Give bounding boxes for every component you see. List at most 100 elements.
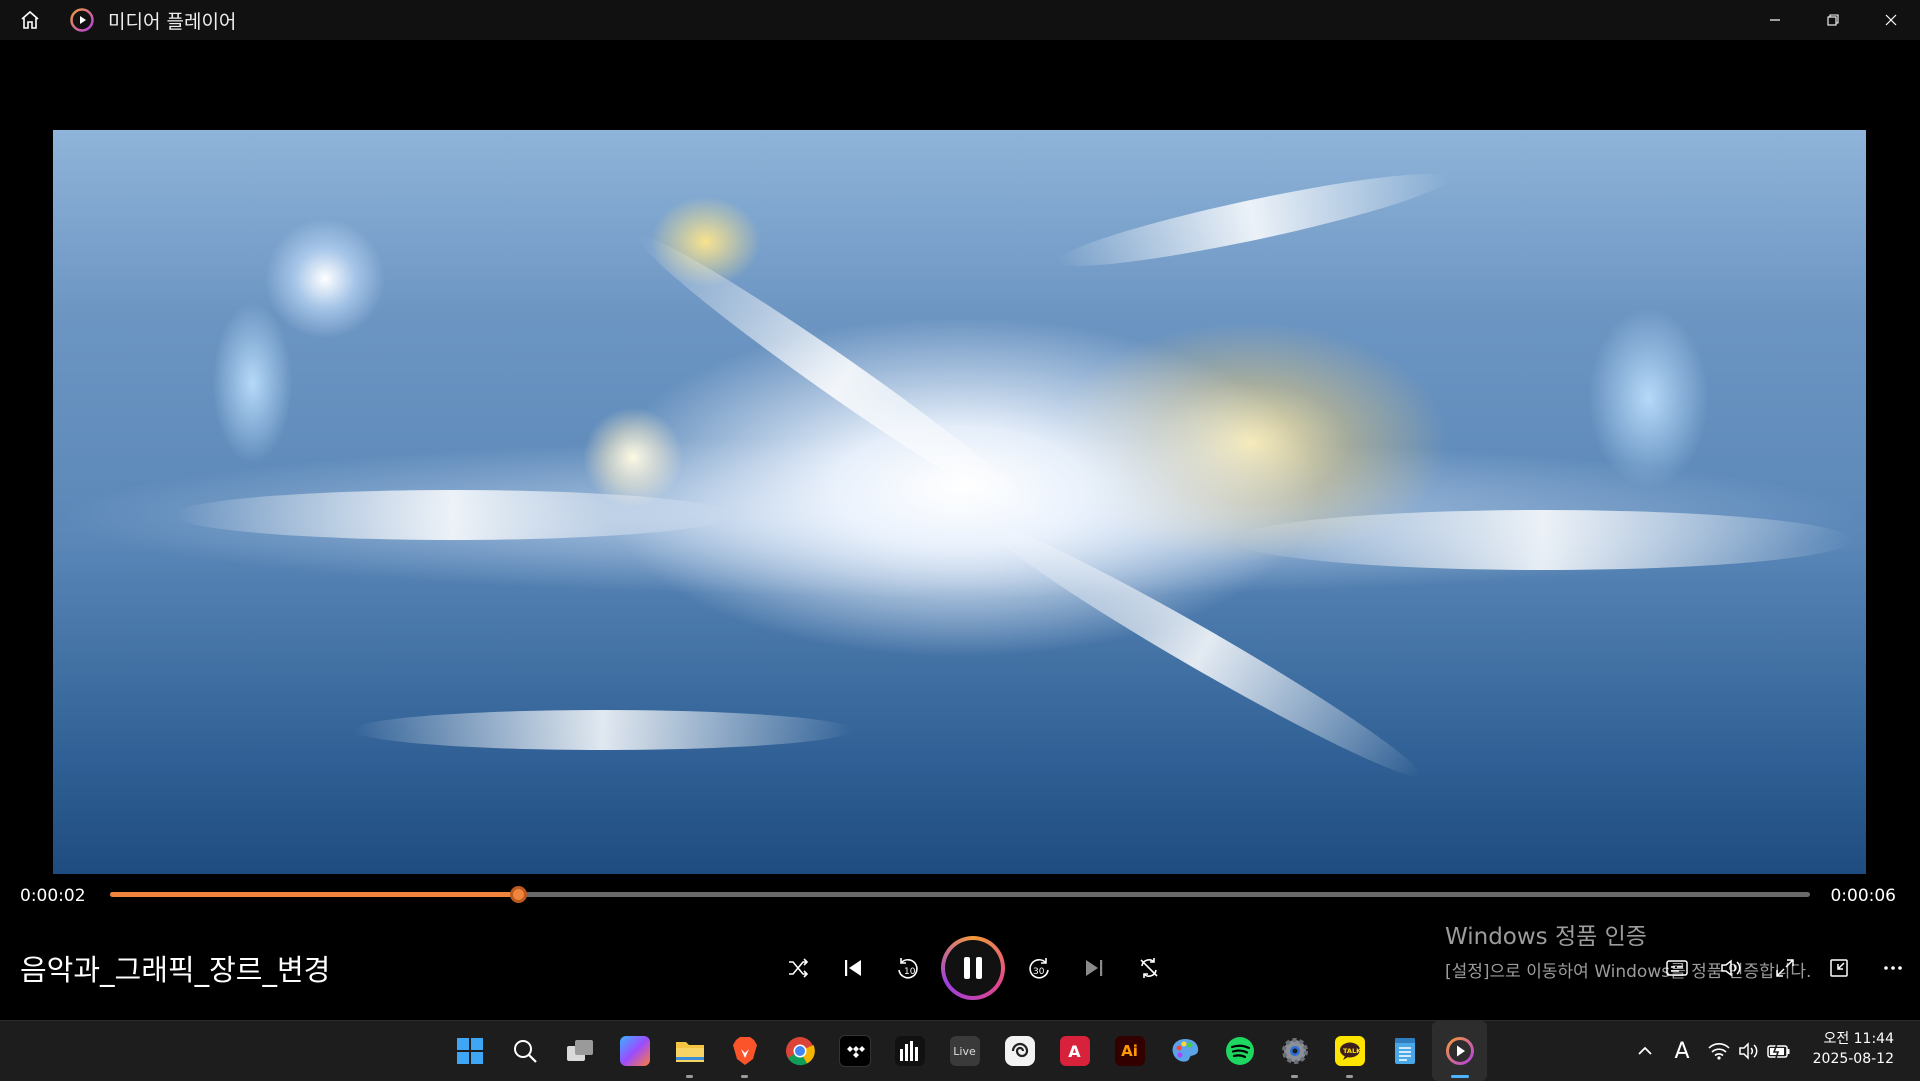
home-icon xyxy=(21,10,39,29)
seek-bar-progress xyxy=(110,892,518,897)
taskbar-task-view[interactable] xyxy=(552,1021,607,1081)
next-button[interactable] xyxy=(1066,936,1121,1000)
svg-text:10: 10 xyxy=(904,967,916,977)
taskbar-paint[interactable] xyxy=(1157,1021,1212,1081)
folder-icon xyxy=(675,1042,704,1062)
clock-time: 오전 11:44 xyxy=(1823,1031,1894,1047)
task-view-icon xyxy=(566,1040,593,1061)
more-icon xyxy=(1884,966,1902,970)
right-controls xyxy=(1650,944,1920,992)
taskbar-clip-studio[interactable] xyxy=(992,1021,1047,1081)
light-streak xyxy=(1233,510,1853,570)
repeat-button[interactable] xyxy=(1121,936,1176,1000)
minimize-icon xyxy=(1770,19,1780,21)
clock-date: 2025-08-12 xyxy=(1812,1051,1894,1067)
brave-lion-icon xyxy=(732,1037,757,1065)
taskbar-file-explorer[interactable] xyxy=(662,1021,717,1081)
light-streak xyxy=(1053,158,1453,282)
shuffle-button[interactable] xyxy=(770,936,825,1000)
video-frame[interactable] xyxy=(53,130,1866,874)
window-title: 미디어 플레이어 xyxy=(108,10,237,33)
rewind-10-button[interactable]: 10 xyxy=(880,936,935,1000)
restore-icon xyxy=(1827,14,1839,26)
spotify-icon xyxy=(1225,1037,1254,1065)
system-tray: A xyxy=(1630,1021,1794,1081)
minimize-button[interactable] xyxy=(1746,0,1804,40)
close-icon xyxy=(1885,14,1897,26)
skip-next-icon xyxy=(1085,960,1102,976)
speaker-icon xyxy=(1739,1042,1758,1060)
close-button[interactable] xyxy=(1862,0,1920,40)
volume-icon xyxy=(1721,959,1741,977)
chevron-up-icon xyxy=(1638,1046,1652,1055)
wifi-icon xyxy=(1708,1043,1730,1060)
home-button[interactable] xyxy=(0,0,60,40)
taskbar-search-button[interactable] xyxy=(497,1021,552,1081)
taskbar-start-button[interactable] xyxy=(442,1021,497,1081)
media-player-icon xyxy=(1445,1037,1474,1065)
miniplayer-icon xyxy=(1830,959,1848,977)
rewind-10-icon: 10 xyxy=(897,958,918,979)
taskbar-notepad[interactable] xyxy=(1377,1021,1432,1081)
taskbar-kakaotalk[interactable]: TALK xyxy=(1322,1021,1377,1081)
taskbar-copilot[interactable] xyxy=(607,1021,662,1081)
tray-overflow-button[interactable] xyxy=(1630,1031,1660,1071)
svg-text:TALK: TALK xyxy=(1343,1047,1362,1055)
forward-30-icon: 30 xyxy=(1028,958,1049,979)
tidal-icon xyxy=(838,1035,871,1067)
fullscreen-button[interactable] xyxy=(1758,944,1812,992)
taskbar-settings[interactable] xyxy=(1267,1021,1322,1081)
pause-button[interactable] xyxy=(941,936,1005,1000)
taskbar: Live A Ai TALK A 오전 11:44 2025-08-12 xyxy=(0,1020,1920,1081)
taskbar-audio-visualizer[interactable] xyxy=(882,1021,937,1081)
taskbar-tidal[interactable] xyxy=(827,1021,882,1081)
kakaotalk-icon: TALK xyxy=(1334,1036,1365,1066)
seek-bar-thumb[interactable] xyxy=(510,886,527,903)
input-indicator[interactable]: A xyxy=(1660,1031,1704,1071)
battery-button[interactable] xyxy=(1764,1031,1794,1071)
live-icon: Live xyxy=(949,1036,980,1066)
taskbar-brave[interactable] xyxy=(717,1021,772,1081)
taskbar-live[interactable]: Live xyxy=(937,1021,992,1081)
volume-tray-button[interactable] xyxy=(1734,1031,1764,1071)
svg-text:30: 30 xyxy=(1033,967,1045,977)
taskbar-autocad[interactable]: A xyxy=(1047,1021,1102,1081)
fullscreen-icon xyxy=(1776,959,1794,977)
transport-controls: 10 30 xyxy=(770,936,1176,1000)
illustrator-icon: Ai xyxy=(1114,1036,1145,1066)
gear-icon xyxy=(1281,1038,1308,1064)
equalizer-icon xyxy=(894,1036,925,1066)
restore-button[interactable] xyxy=(1804,0,1862,40)
light-streak xyxy=(626,220,1060,540)
clock[interactable]: 오전 11:44 2025-08-12 xyxy=(1813,1029,1894,1069)
seek-bar[interactable] xyxy=(110,886,1810,903)
search-icon xyxy=(513,1040,537,1063)
shuffle-icon xyxy=(788,958,808,978)
pause-icon xyxy=(964,957,982,979)
captions-icon xyxy=(1666,960,1688,976)
media-player-app-icon xyxy=(70,8,94,32)
taskbar-spotify[interactable] xyxy=(1212,1021,1267,1081)
subtitles-button[interactable] xyxy=(1650,944,1704,992)
windows-logo-icon xyxy=(456,1038,483,1064)
autocad-icon: A xyxy=(1059,1036,1090,1066)
chrome-icon xyxy=(785,1037,815,1066)
copilot-icon xyxy=(619,1036,650,1066)
repeat-off-icon xyxy=(1139,958,1158,978)
forward-30-button[interactable]: 30 xyxy=(1011,936,1066,1000)
previous-button[interactable] xyxy=(825,936,880,1000)
light-streak xyxy=(173,490,733,540)
taskbar-illustrator[interactable]: Ai xyxy=(1102,1021,1157,1081)
clip-studio-icon xyxy=(1004,1036,1035,1066)
miniplayer-button[interactable] xyxy=(1812,944,1866,992)
taskbar-chrome[interactable] xyxy=(772,1021,827,1081)
more-options-button[interactable] xyxy=(1866,944,1920,992)
elapsed-time: 0:00:02 xyxy=(20,886,86,906)
title-bar: 미디어 플레이어 xyxy=(0,0,1920,40)
volume-button[interactable] xyxy=(1704,944,1758,992)
light-streak xyxy=(353,710,853,750)
taskbar-media-player[interactable] xyxy=(1432,1021,1487,1081)
wifi-button[interactable] xyxy=(1704,1031,1734,1071)
total-time: 0:00:06 xyxy=(1830,886,1896,906)
notepad-icon xyxy=(1394,1038,1415,1064)
